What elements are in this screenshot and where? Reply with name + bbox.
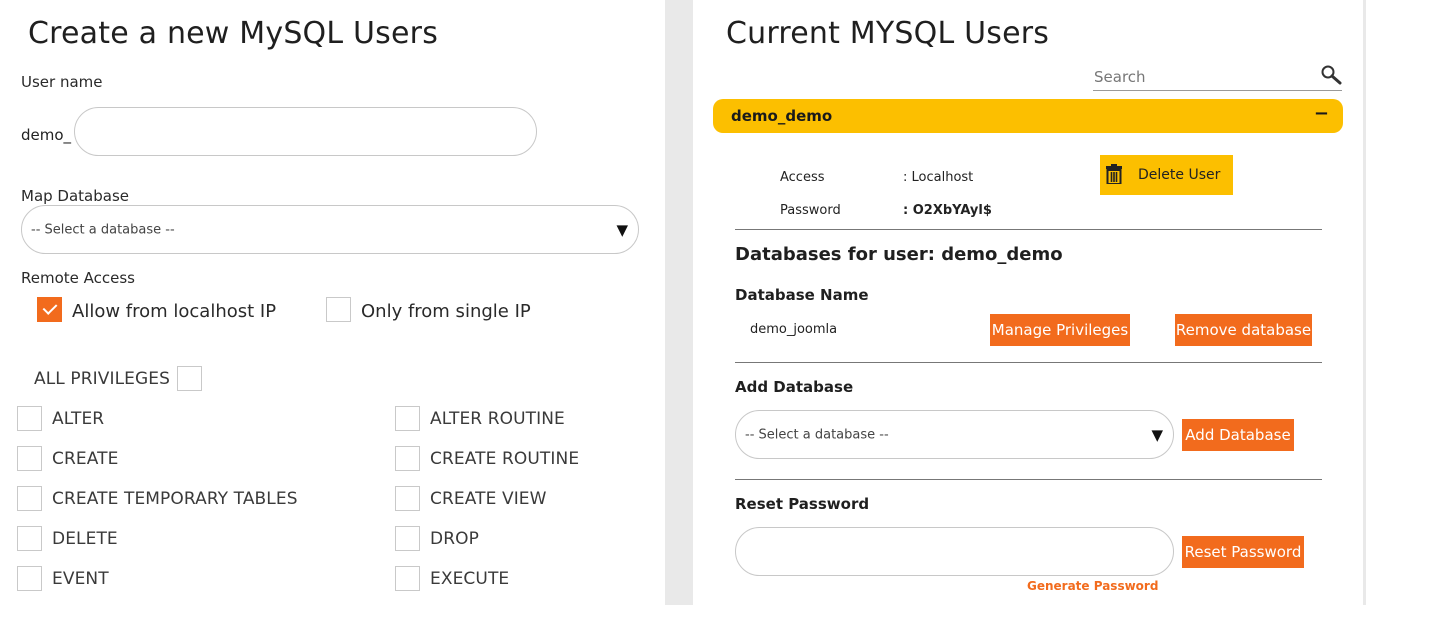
create-user-title: Create a new MySQL Users <box>28 16 439 51</box>
manage-privileges-button[interactable]: Manage Privileges <box>990 314 1130 346</box>
chevron-down-icon: ▼ <box>1151 425 1163 444</box>
privilege-checkbox-drop[interactable] <box>395 526 420 551</box>
access-label: Access <box>780 170 825 185</box>
allow-localhost-label: Allow from localhost IP <box>72 301 277 322</box>
privilege-label-alter: ALTER <box>52 409 105 429</box>
username-label: User name <box>21 73 103 91</box>
search-underline <box>1093 90 1342 91</box>
privilege-label-create: CREATE <box>52 449 119 469</box>
privilege-label-alter-routine: ALTER ROUTINE <box>430 409 565 429</box>
privilege-checkbox-execute[interactable] <box>395 566 420 591</box>
databases-heading: Databases for user: demo_demo <box>735 244 1063 265</box>
search-icon[interactable] <box>1320 64 1342 86</box>
allow-localhost-checkbox[interactable] <box>37 297 62 322</box>
all-privileges-checkbox[interactable] <box>177 366 202 391</box>
database-name-header: Database Name <box>735 286 869 304</box>
privilege-label-execute: EXECUTE <box>430 569 510 589</box>
collapse-icon[interactable]: − <box>1314 103 1329 124</box>
reset-password-input[interactable] <box>735 527 1174 576</box>
all-privileges-label: ALL PRIVILEGES <box>34 369 171 389</box>
privilege-label-create-view: CREATE VIEW <box>430 489 547 509</box>
privilege-checkbox-create-temporary-tables[interactable] <box>17 486 42 511</box>
divider <box>735 479 1322 480</box>
privilege-checkbox-create-view[interactable] <box>395 486 420 511</box>
map-database-selected: -- Select a database -- <box>31 222 175 237</box>
single-ip-label: Only from single IP <box>361 301 531 322</box>
user-accordion-name: demo_demo <box>731 107 833 125</box>
panel-edge <box>1363 0 1366 605</box>
password-label: Password <box>780 203 841 218</box>
user-accordion-header[interactable]: demo_demo − <box>713 99 1343 133</box>
search-input[interactable]: Search <box>1094 68 1146 86</box>
divider <box>735 362 1322 363</box>
panel-gutter <box>665 0 693 605</box>
reset-password-heading: Reset Password <box>735 495 870 513</box>
access-value: : Localhost <box>903 170 974 185</box>
username-prefix: demo_ <box>21 126 72 144</box>
privilege-checkbox-event[interactable] <box>17 566 42 591</box>
password-value: : O2XbYAyl$ <box>903 203 992 218</box>
privilege-label-event: EVENT <box>52 569 109 589</box>
privilege-checkbox-alter[interactable] <box>17 406 42 431</box>
privilege-checkbox-delete[interactable] <box>17 526 42 551</box>
database-row-name: demo_joomla <box>750 322 838 337</box>
divider <box>735 229 1322 230</box>
add-database-selected: -- Select a database -- <box>745 427 889 442</box>
map-database-select[interactable]: -- Select a database -- ▼ <box>21 205 639 254</box>
map-database-label: Map Database <box>21 187 129 205</box>
trash-icon <box>1106 164 1122 184</box>
reset-password-button[interactable]: Reset Password <box>1182 536 1304 568</box>
privilege-checkbox-create-routine[interactable] <box>395 446 420 471</box>
username-input[interactable] <box>74 107 537 156</box>
add-database-select[interactable]: -- Select a database -- ▼ <box>735 410 1174 459</box>
remove-database-button[interactable]: Remove database <box>1175 314 1312 346</box>
privilege-checkbox-create[interactable] <box>17 446 42 471</box>
create-user-panel: Create a new MySQL Users User name demo_… <box>0 0 665 605</box>
privilege-label-delete: DELETE <box>52 529 118 549</box>
privilege-label-create-routine: CREATE ROUTINE <box>430 449 580 469</box>
current-users-title: Current MYSQL Users <box>726 16 1050 51</box>
add-database-button[interactable]: Add Database <box>1182 419 1294 451</box>
chevron-down-icon: ▼ <box>616 220 628 239</box>
generate-password-link[interactable]: Generate Password <box>1027 579 1158 593</box>
privilege-label-drop: DROP <box>430 529 479 549</box>
single-ip-checkbox[interactable] <box>326 297 351 322</box>
privilege-checkbox-alter-routine[interactable] <box>395 406 420 431</box>
remote-access-label: Remote Access <box>21 269 135 287</box>
add-database-heading: Add Database <box>735 378 854 396</box>
privilege-label-create-temporary-tables: CREATE TEMPORARY TABLES <box>52 489 298 509</box>
